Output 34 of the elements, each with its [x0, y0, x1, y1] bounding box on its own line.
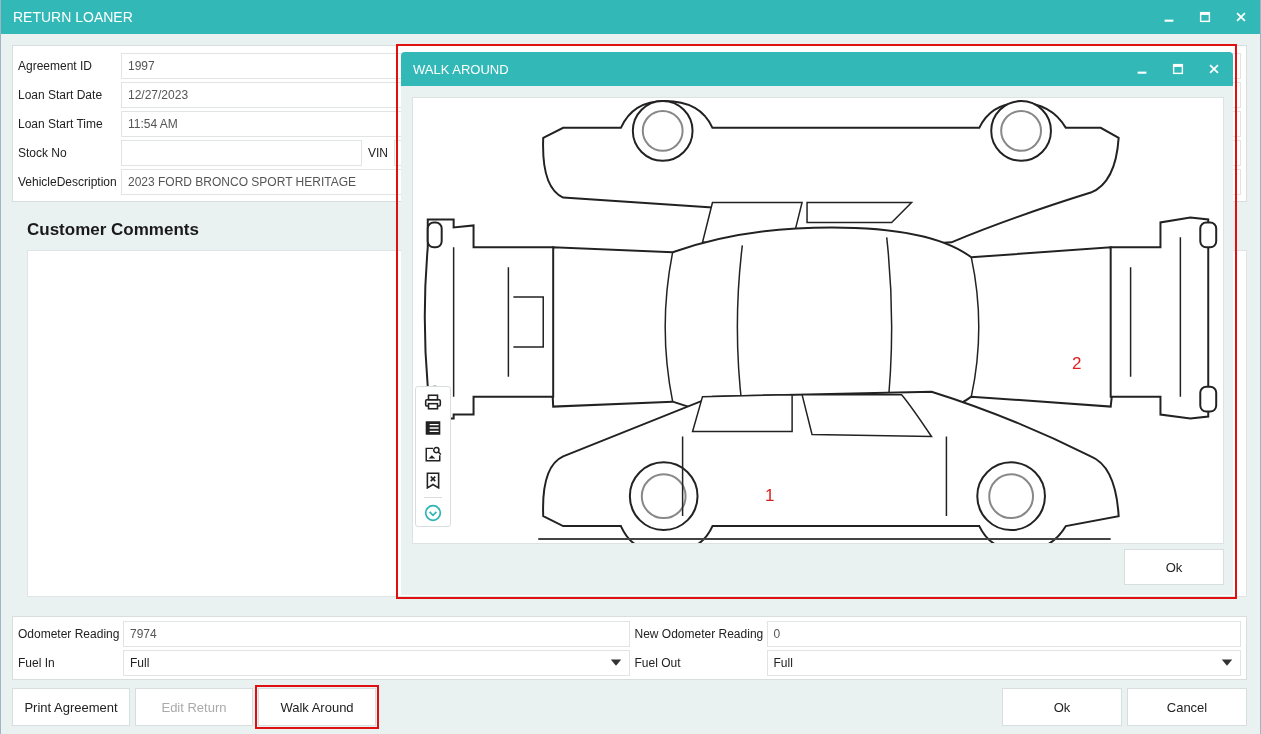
field-label: Stock No	[18, 145, 68, 160]
field-label: VIN	[367, 145, 389, 160]
dropdown[interactable]: Full	[123, 649, 630, 676]
field-label: Fuel Out	[633, 655, 682, 670]
action-button[interactable]: Cancel	[1127, 688, 1247, 726]
field-label: VehicleDescription	[18, 174, 118, 189]
dialog-title: WALK AROUND	[413, 61, 509, 77]
field-label: Odometer Reading	[18, 626, 121, 641]
close-icon[interactable]	[1207, 62, 1221, 76]
damage-marker-number: 2	[1072, 354, 1082, 374]
maximize-icon[interactable]	[1171, 62, 1185, 76]
text-field[interactable]: 7974	[123, 620, 630, 647]
window-title: RETURN LOANER	[13, 9, 133, 25]
damage-marker-number: 1	[765, 486, 775, 506]
section-heading: Customer Comments	[27, 220, 200, 241]
chevron-down-icon[interactable]	[424, 497, 442, 522]
action-button[interactable]: Walk Around	[258, 688, 376, 726]
field-label: Agreement ID	[18, 58, 94, 73]
field-label: Loan Start Date	[18, 87, 104, 102]
ok-button[interactable]: Ok	[1124, 549, 1224, 585]
field-label: New Odometer Reading	[633, 626, 765, 641]
list-icon[interactable]	[424, 419, 442, 437]
image-search-icon[interactable]	[424, 445, 442, 463]
dropdown[interactable]: Full	[766, 649, 1241, 676]
text-field[interactable]	[121, 139, 362, 166]
print-icon[interactable]	[424, 393, 442, 411]
close-icon[interactable]	[1234, 10, 1248, 24]
text-field[interactable]: 0	[766, 620, 1241, 647]
maximize-icon[interactable]	[1198, 10, 1212, 24]
field-label: Fuel In	[18, 655, 56, 670]
action-button[interactable]: Ok	[1002, 688, 1122, 726]
action-button[interactable]: Print Agreement	[12, 688, 130, 726]
field-label: Loan Start Time	[18, 116, 104, 131]
bookmark-x-icon[interactable]	[424, 471, 442, 489]
